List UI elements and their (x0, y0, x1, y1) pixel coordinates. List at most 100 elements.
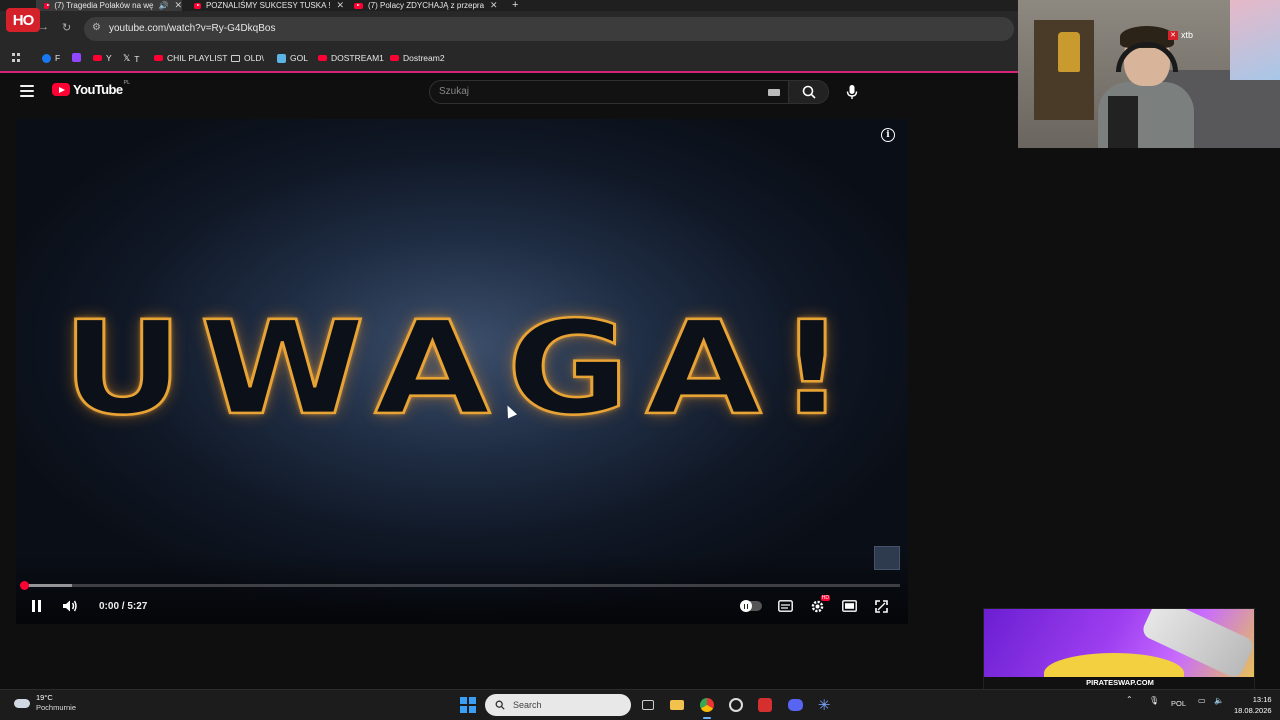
voice-search-button[interactable] (840, 80, 864, 104)
bookmark-item[interactable]: Dostream2 (390, 53, 445, 63)
start-button[interactable] (460, 697, 476, 713)
youtube-logo[interactable]: YouTube PL (52, 79, 131, 97)
new-tab-button[interactable]: + (512, 0, 518, 11)
theater-mode-button[interactable] (840, 597, 858, 615)
file-explorer-icon[interactable] (667, 695, 687, 715)
weather-widget[interactable]: 19°C Pochmurnie (14, 693, 76, 713)
hd-badge: HD (820, 595, 830, 601)
fullscreen-button[interactable] (872, 597, 890, 615)
network-icon[interactable]: ▭ (1198, 696, 1206, 705)
bookmark-item[interactable]: Y (93, 53, 112, 63)
task-view-icon[interactable] (638, 695, 658, 715)
bookmark-label: T (134, 53, 140, 64)
facebook-icon (42, 53, 51, 63)
youtube-favicon-icon (194, 2, 201, 9)
bookmark-item[interactable]: F (42, 53, 60, 63)
progress-bar[interactable] (20, 581, 900, 590)
subtitles-icon (777, 600, 793, 612)
pause-button[interactable] (28, 597, 44, 615)
system-clock[interactable]: 13:16 18.08.2026 (1234, 694, 1272, 716)
trophy (1058, 32, 1080, 72)
clock-time: 13:16 (1252, 695, 1272, 704)
region-code: PL (123, 79, 131, 86)
x-icon: 𝕏 (123, 53, 131, 63)
taskbar-search[interactable]: Search (485, 694, 631, 716)
bookmark-item[interactable]: OLD\ (231, 53, 264, 63)
youtube-icon (318, 55, 327, 61)
chrome-icon[interactable] (697, 695, 717, 719)
site-info-icon[interactable]: ⚙ (92, 22, 101, 33)
bookmark-label: OLD\ (244, 53, 264, 63)
youtube-icon (390, 55, 399, 61)
apps-grid-icon[interactable] (12, 53, 21, 62)
youtube-favicon-icon (354, 2, 363, 9)
search-input[interactable] (439, 86, 739, 97)
pause-icon (31, 600, 41, 612)
xtb-logo-icon: ✕ (1168, 30, 1178, 40)
bookmark-label: CHIL PLAYLIST (167, 53, 228, 63)
video-frame-text: UWAGA! (60, 294, 863, 444)
url-text: youtube.com/watch?v=Ry-G4DkqBos (109, 23, 276, 34)
progress-loaded (24, 584, 73, 587)
youtube-icon (93, 55, 102, 61)
sponsor-badge: ✕ xtb (1168, 30, 1193, 40)
obs-icon[interactable] (726, 695, 746, 715)
bookmark-item[interactable]: DOSTREAM1 (318, 53, 384, 63)
volume-tray-icon[interactable]: 🔈 (1214, 696, 1224, 705)
subtitles-button[interactable] (776, 597, 794, 615)
sponsor-label: xtb (1181, 30, 1194, 40)
video-player[interactable]: UWAGA! i 0:00 / 5:27 HD (16, 119, 908, 624)
browser-toolbar: ← → ↻ ⚙ youtube.com/watch?v=Ry-G4DkqBos (0, 11, 1018, 47)
search-icon (802, 85, 816, 99)
clock-date: 18.08.2026 (1234, 706, 1272, 715)
youtube-favicon-icon (44, 2, 51, 9)
cloud-icon (14, 698, 30, 708)
browser-tab[interactable]: (7) Tragedia Polaków na wę 🔊 ✕ (36, 0, 182, 11)
discord-icon[interactable] (785, 695, 805, 715)
search-button[interactable] (789, 80, 829, 104)
reload-icon[interactable]: ↻ (62, 21, 71, 34)
poster (1230, 0, 1280, 80)
menu-icon[interactable] (20, 85, 34, 97)
progress-scrubber[interactable] (20, 581, 29, 590)
close-tab-icon[interactable]: ✕ (174, 0, 182, 11)
bookmark-label: Dostream2 (403, 53, 445, 63)
youtube-play-icon (52, 83, 70, 96)
volume-icon (63, 600, 77, 612)
theater-icon (841, 600, 857, 612)
mic-tray-icon[interactable]: 🎙 (1149, 696, 1159, 705)
keyboard-icon[interactable] (768, 89, 780, 96)
twitch-icon (72, 53, 81, 62)
volume-button[interactable] (61, 597, 79, 615)
player-controls: 0:00 / 5:27 HD (16, 593, 908, 619)
bookmark-item[interactable] (72, 53, 85, 62)
microphone-arm (1108, 96, 1138, 148)
close-tab-icon[interactable]: ✕ (490, 0, 498, 11)
address-bar[interactable]: ⚙ youtube.com/watch?v=Ry-G4DkqBos (84, 17, 1014, 41)
tab-title: POZNALIŚMY SUKCESY TUSKA ! (205, 1, 331, 10)
info-icon[interactable]: i (881, 128, 895, 142)
channel-watermark[interactable] (874, 546, 900, 570)
settings-button[interactable]: HD (808, 595, 830, 615)
browser-tab[interactable]: POZNALIŚMY SUKCESY TUSKA ! ✕ (194, 0, 344, 11)
speaker-icon[interactable]: 🔊 (158, 1, 168, 10)
youtube-header: YouTube PL (0, 75, 1018, 109)
bookmarks-bar: F Y 𝕏T CHIL PLAYLIST OLD\ GOL DOSTREAM1 … (0, 47, 1018, 73)
bookmark-label: F (55, 53, 61, 63)
youtube-icon (154, 55, 163, 61)
tab-title: (7) Polacy ZDYCHAJĄ z przepra (368, 1, 485, 10)
folder-icon (231, 54, 240, 62)
tray-overflow-icon[interactable]: ⌃ (1126, 695, 1133, 704)
red-app-icon[interactable] (755, 695, 775, 715)
bookmark-item[interactable]: CHIL PLAYLIST (154, 53, 227, 63)
autoplay-toggle[interactable] (740, 600, 762, 612)
browser-tab[interactable]: (7) Polacy ZDYCHAJĄ z przepra ✕ (354, 0, 504, 11)
bookmark-label: Y (106, 53, 112, 63)
bookmark-item[interactable]: GOL (277, 53, 308, 63)
language-indicator[interactable]: POL (1171, 699, 1186, 708)
close-tab-icon[interactable]: ✕ (336, 0, 344, 11)
bookmark-item[interactable]: 𝕏T (123, 53, 139, 64)
spark-app-icon[interactable]: ✳ (814, 695, 834, 715)
bookmark-label: DOSTREAM1 (331, 53, 384, 63)
stream-logo: HO (6, 8, 40, 32)
